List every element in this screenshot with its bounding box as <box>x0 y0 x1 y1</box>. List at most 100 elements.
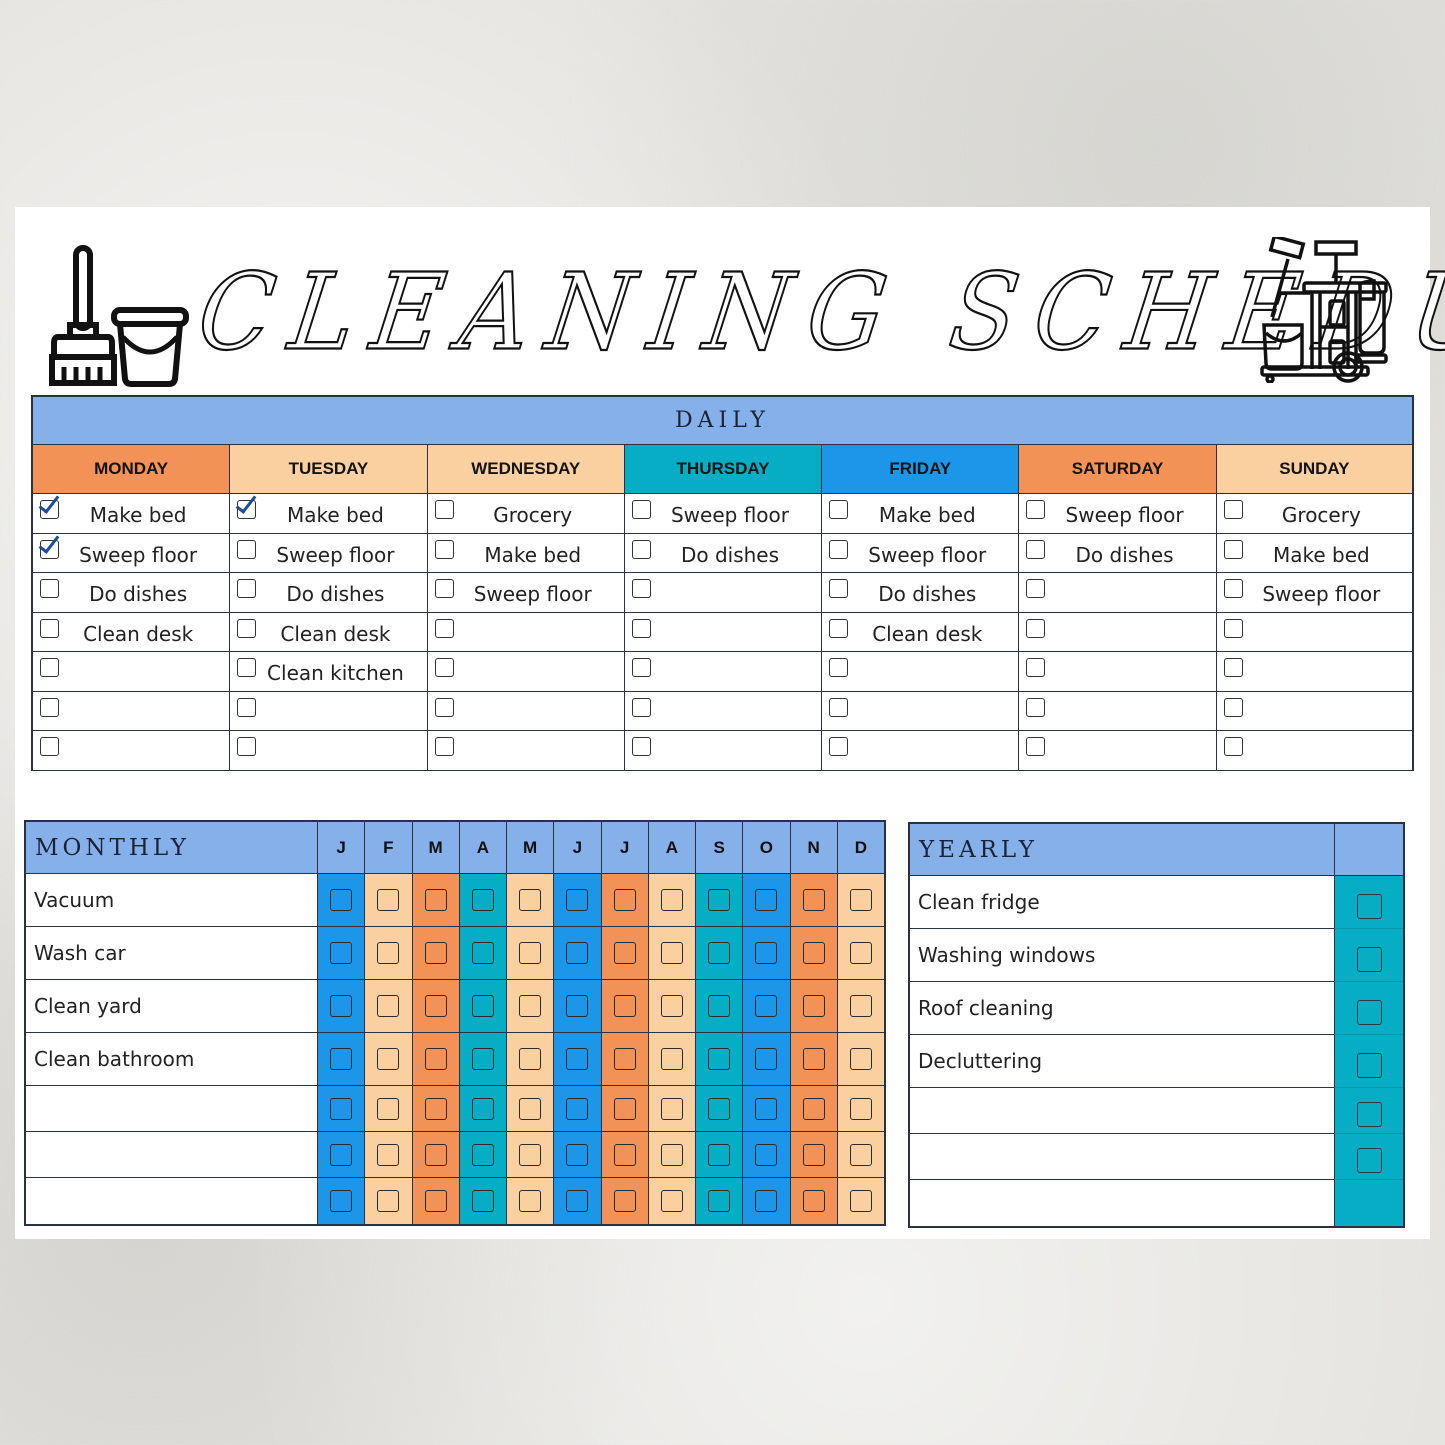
checkbox[interactable] <box>1223 618 1243 638</box>
checkbox[interactable] <box>377 889 400 911</box>
checkbox[interactable] <box>631 500 651 519</box>
checkbox[interactable] <box>1223 579 1243 598</box>
checkbox[interactable] <box>802 1143 825 1166</box>
checkbox[interactable] <box>829 500 849 519</box>
checkbox[interactable] <box>424 1143 447 1166</box>
checkbox[interactable] <box>377 1097 400 1120</box>
checkbox[interactable] <box>660 942 683 964</box>
checkbox[interactable] <box>40 618 59 638</box>
checkbox[interactable] <box>708 995 731 1017</box>
checkbox[interactable] <box>471 1190 494 1212</box>
checkbox[interactable] <box>1026 737 1046 756</box>
checkbox[interactable] <box>237 737 257 756</box>
checkbox[interactable] <box>237 618 257 638</box>
checkbox[interactable] <box>755 1143 778 1166</box>
checkbox[interactable] <box>802 1190 825 1212</box>
checkbox[interactable] <box>802 889 825 911</box>
checkbox[interactable] <box>849 995 872 1017</box>
checkbox[interactable] <box>708 889 731 911</box>
checkbox[interactable] <box>237 579 257 598</box>
checkbox[interactable] <box>849 942 872 964</box>
checkbox[interactable] <box>829 539 849 559</box>
checkbox[interactable] <box>519 942 542 964</box>
checkbox[interactable] <box>829 697 849 717</box>
checkbox[interactable] <box>330 995 353 1017</box>
checkbox[interactable] <box>613 889 636 911</box>
checkbox[interactable] <box>631 618 651 638</box>
checkbox[interactable] <box>330 1143 353 1166</box>
checkbox[interactable] <box>1026 697 1046 717</box>
checkbox[interactable] <box>1026 658 1046 677</box>
checkbox[interactable] <box>755 942 778 964</box>
checkbox[interactable] <box>802 1097 825 1120</box>
checkbox[interactable] <box>708 1048 731 1070</box>
checkbox[interactable] <box>566 995 589 1017</box>
checkbox[interactable] <box>1356 893 1382 919</box>
checkbox[interactable] <box>330 1190 353 1212</box>
checkbox[interactable] <box>237 658 257 677</box>
checkbox[interactable] <box>566 1097 589 1120</box>
checkbox[interactable] <box>434 500 454 519</box>
checkbox[interactable] <box>613 995 636 1017</box>
checkbox[interactable] <box>40 737 59 756</box>
checkbox[interactable] <box>424 942 447 964</box>
checkbox[interactable] <box>424 995 447 1017</box>
checkbox[interactable] <box>40 579 59 598</box>
checkbox[interactable] <box>1026 618 1046 638</box>
checkbox[interactable] <box>613 1048 636 1070</box>
checkbox[interactable] <box>434 737 454 756</box>
checkbox[interactable] <box>471 1048 494 1070</box>
checkbox[interactable] <box>660 1097 683 1120</box>
checkbox[interactable] <box>755 995 778 1017</box>
checkbox[interactable] <box>434 658 454 677</box>
checkbox[interactable] <box>660 1048 683 1070</box>
checkbox[interactable] <box>849 1190 872 1212</box>
checkbox[interactable] <box>802 995 825 1017</box>
checkbox[interactable] <box>755 1097 778 1120</box>
checkbox[interactable] <box>519 1190 542 1212</box>
checkbox[interactable] <box>40 697 59 717</box>
checkbox[interactable] <box>1356 1148 1382 1173</box>
checkbox[interactable] <box>471 1097 494 1120</box>
checkbox[interactable] <box>1356 999 1382 1025</box>
checkbox[interactable] <box>708 1143 731 1166</box>
checkbox[interactable] <box>660 1190 683 1212</box>
checkbox-checked[interactable] <box>40 500 59 519</box>
checkbox[interactable] <box>237 539 257 559</box>
checkbox[interactable] <box>849 1143 872 1166</box>
checkbox[interactable] <box>471 995 494 1017</box>
checkbox[interactable] <box>330 1048 353 1070</box>
checkbox[interactable] <box>708 942 731 964</box>
checkbox[interactable] <box>566 1190 589 1212</box>
checkbox[interactable] <box>424 1048 447 1070</box>
checkbox[interactable] <box>613 1143 636 1166</box>
checkbox[interactable] <box>424 1097 447 1120</box>
checkbox[interactable] <box>660 889 683 911</box>
checkbox[interactable] <box>631 697 651 717</box>
checkbox[interactable] <box>566 889 589 911</box>
checkbox[interactable] <box>631 579 651 598</box>
checkbox-checked[interactable] <box>237 500 257 519</box>
checkbox[interactable] <box>1356 946 1382 972</box>
checkbox[interactable] <box>755 1048 778 1070</box>
checkbox[interactable] <box>1356 1052 1382 1078</box>
checkbox[interactable] <box>519 995 542 1017</box>
checkbox[interactable] <box>708 1097 731 1120</box>
checkbox[interactable] <box>471 889 494 911</box>
checkbox[interactable] <box>1223 737 1243 756</box>
checkbox[interactable] <box>237 697 257 717</box>
checkbox[interactable] <box>849 889 872 911</box>
checkbox[interactable] <box>434 618 454 638</box>
checkbox[interactable] <box>631 737 651 756</box>
checkbox[interactable] <box>377 942 400 964</box>
checkbox[interactable] <box>471 942 494 964</box>
checkbox[interactable] <box>1026 539 1046 559</box>
checkbox[interactable] <box>708 1190 731 1212</box>
checkbox[interactable] <box>1026 579 1046 598</box>
checkbox[interactable] <box>1223 500 1243 519</box>
checkbox[interactable] <box>519 889 542 911</box>
checkbox[interactable] <box>829 579 849 598</box>
checkbox[interactable] <box>1026 500 1046 519</box>
checkbox[interactable] <box>849 1097 872 1120</box>
checkbox[interactable] <box>802 942 825 964</box>
